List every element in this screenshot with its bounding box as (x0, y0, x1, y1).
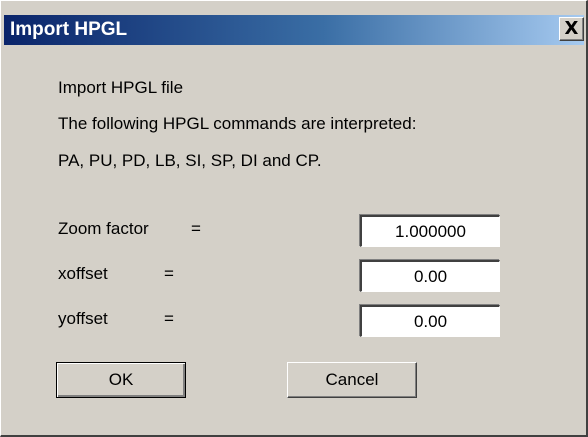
yoffset-input[interactable]: 0.00 (360, 305, 500, 337)
import-hpgl-dialog: Import HPGL X Import HPGL file The follo… (0, 0, 588, 437)
zoom-factor-label: Zoom factor (58, 219, 149, 238)
title-bar[interactable]: Import HPGL X (4, 15, 584, 45)
zoom-factor-equals: = (191, 219, 201, 238)
xoffset-label: xoffset (58, 264, 108, 283)
yoffset-equals: = (164, 309, 174, 328)
yoffset-label: yoffset (58, 309, 108, 328)
zoom-factor-input[interactable]: 1.000000 (360, 215, 500, 247)
dialog-title: Import HPGL (10, 19, 128, 40)
xoffset-input[interactable]: 0.00 (360, 260, 500, 292)
ok-button[interactable]: OK (56, 362, 186, 398)
xoffset-equals: = (164, 264, 174, 283)
cancel-button[interactable]: Cancel (287, 362, 417, 398)
close-icon: X (564, 18, 579, 39)
info-line-2: The following HPGL commands are interpre… (58, 114, 417, 133)
info-line-3: PA, PU, PD, LB, SI, SP, DI and CP. (58, 151, 322, 170)
info-line-1: Import HPGL file (58, 78, 184, 97)
close-button[interactable]: X (559, 17, 584, 41)
